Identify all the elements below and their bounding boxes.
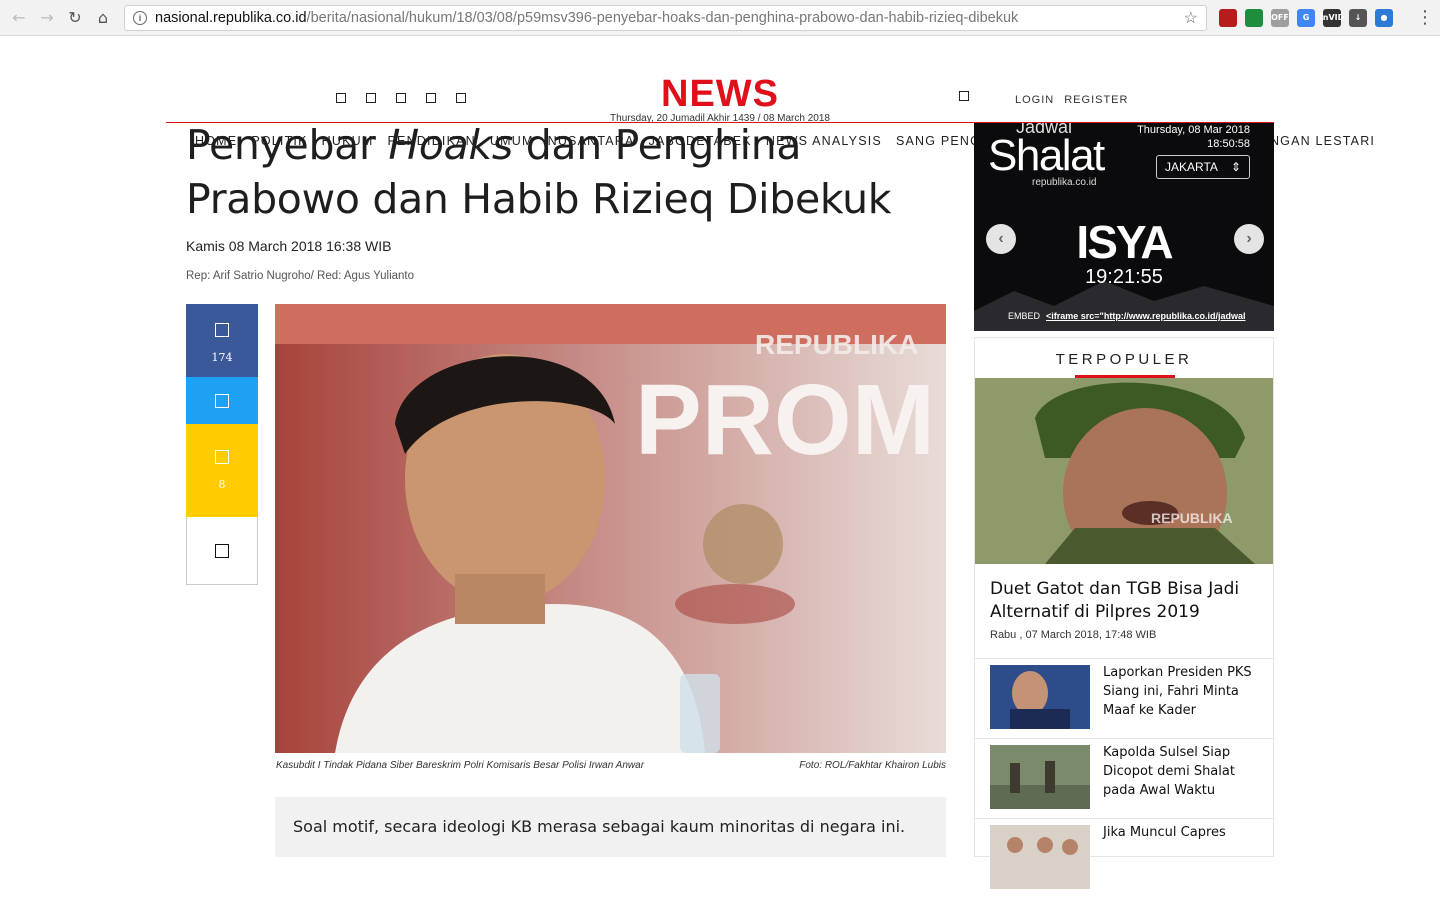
popular-widget: TERPOPULER REPUBLIKA Duet Gatot dan TGB … [974,337,1274,889]
browser-menu-icon[interactable]: ⋮ [1416,7,1434,28]
popular-photo-watermark: REPUBLIKA [1151,510,1233,526]
article-byline: Rep: Arif Satrio Nugroho/ Red: Agus Yuli… [186,270,415,282]
popular-heading: TERPOPULER [1055,351,1193,368]
facebook-icon [215,323,229,337]
facebook-share-count: 174 [211,351,233,364]
popular-item[interactable]: Kapolda Sulsel Siap Dicopot demi Shalat … [975,738,1273,818]
popular-top-photo[interactable]: REPUBLIKA [975,378,1273,564]
share-whatsapp-button[interactable]: 8 [186,424,258,517]
popular-top-title[interactable]: Duet Gatot dan TGB Bisa Jadi Alternatif … [990,578,1260,624]
article-photo-illustration: REPUBLIKA PROM [275,304,946,753]
back-icon[interactable]: ← [8,7,30,29]
article-quote: Soal motif, secara ideologi KB merasa se… [275,797,946,857]
extensions-bar: OFF G InVID ↓ ● [1219,8,1393,27]
share-bar: 174 8 [186,304,258,585]
photo-text-prom: PROM [635,364,935,476]
popular-item-title: Kapolda Sulsel Siap Dicopot demi Shalat … [1103,745,1235,798]
popular-item-thumb [990,745,1090,809]
home-icon[interactable]: ⌂ [92,7,114,29]
popular-top-date: Rabu , 07 March 2018, 17:48 WIB [990,629,1157,641]
address-bar[interactable]: i nasional.republika.co.id/berita/nasion… [124,4,1207,31]
site-header: NEWS Thursday, 20 Jumadil Akhir 1439 / 0… [0,36,1440,148]
popular-top-illustration: REPUBLIKA [975,378,1273,564]
translate-icon[interactable]: G [1297,8,1315,27]
widget-time: 18:50:58 [1207,138,1250,150]
share-twitter-button[interactable] [186,377,258,424]
prayer-time: 19:21:55 [1085,266,1163,288]
popular-item-title: Jika Muncul Capres [1103,825,1226,840]
login-link[interactable]: LOGIN [1015,94,1054,106]
title-italic: Hoaks [388,121,513,169]
url-path: /berita/nasional/hukum/18/03/08/p59msv39… [306,9,1019,26]
popular-item-thumb [990,825,1090,889]
share-facebook-button[interactable]: 174 [186,304,258,377]
search-icon[interactable] [959,91,969,101]
popular-item[interactable]: Laporkan Presiden PKS Siang ini, Fahri M… [975,658,1273,738]
share-more-button[interactable] [186,517,258,585]
auth-links: LOGIN REGISTER [1015,94,1128,106]
select-arrows-icon: ⇕ [1230,160,1241,174]
title-text: Penyebar [186,121,389,169]
embed-code: EMBED <iframe src="http://www.republika.… [1008,311,1246,321]
twitter-icon [215,393,229,408]
url-host: nasional.republika.co.id [155,9,307,26]
off-icon[interactable]: OFF [1271,8,1289,27]
whatsapp-share-count: 8 [218,478,226,491]
widget-datetime: Thursday, 08 Mar 2018 18:50:58 [1137,123,1250,151]
article-title: Penyebar Hoaks dan Penghina Prabowo dan … [186,118,956,226]
more-icon [215,543,229,558]
ublock-icon[interactable] [1219,8,1237,27]
download-icon[interactable]: ↓ [1349,8,1367,27]
city-select[interactable]: JAKARTA ⇕ [1156,155,1250,179]
widget-shalat-label: Shalat [988,131,1105,180]
prayer-name: ISYA [1076,216,1173,268]
embed-label: EMBED [1008,311,1041,321]
site-info-icon[interactable]: i [133,10,147,25]
popular-item[interactable]: Jika Muncul Capres [975,818,1273,898]
embed-code-input[interactable]: <iframe src="http://www.republika.co.id/… [1046,311,1246,321]
grammarly-icon[interactable] [1245,8,1263,27]
reload-icon[interactable]: ↻ [64,7,86,29]
bookmark-star-icon[interactable]: ☆ [1184,8,1198,28]
popular-item-title: Laporkan Presiden PKS Siang ini, Fahri M… [1103,665,1252,718]
photo-watermark-republika: REPUBLIKA [755,329,918,360]
register-link[interactable]: REGISTER [1064,94,1128,106]
forward-icon[interactable]: → [36,7,58,29]
invid-icon[interactable]: InVID [1320,8,1344,27]
widget-site: republika.co.id [1032,177,1097,188]
caption-text: Kasubdit I Tindak Pidana Siber Bareskrim… [276,760,645,771]
prayer-schedule-widget: Jadwal Shalat republika.co.id Thursday, … [974,123,1274,331]
photo-credit: Foto: ROL/Fakhtar Khairon Lubis [799,760,946,771]
city-value: JAKARTA [1165,160,1218,174]
widget-date: Thursday, 08 Mar 2018 [1137,124,1250,136]
photo-caption: Kasubdit I Tindak Pidana Siber Bareskrim… [276,760,946,771]
article-date: Kamis 08 March 2018 16:38 WIB [186,238,392,254]
browser-toolbar: ← → ↻ ⌂ i nasional.republika.co.id/berit… [0,0,1440,36]
whatsapp-icon [215,450,229,464]
site-logo[interactable]: NEWS [0,74,1440,114]
popular-item-thumb [990,665,1090,729]
record-icon[interactable]: ● [1375,8,1393,27]
article-photo: REPUBLIKA PROM [275,304,946,753]
